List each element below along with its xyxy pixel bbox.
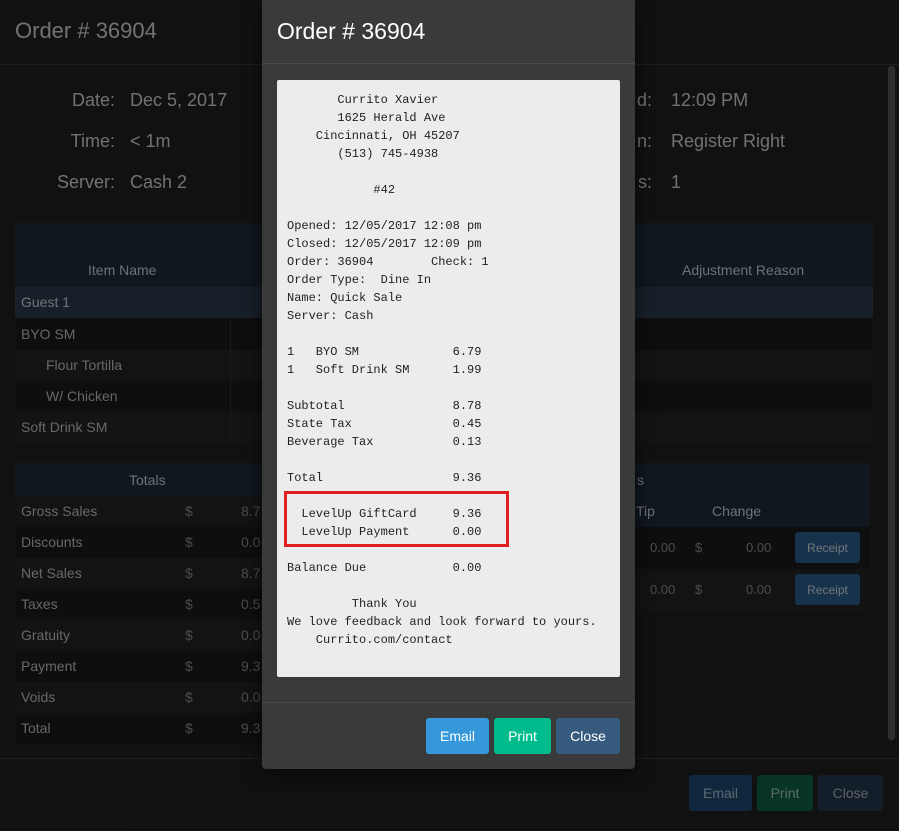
modal-title: Order # 36904 (277, 18, 426, 44)
modal-header: Order # 36904 (262, 0, 635, 64)
receipt-preview: Currito Xavier 1625 Herald Ave Cincinnat… (277, 80, 620, 677)
modal-footer: Email Print Close (262, 702, 635, 770)
receipt-modal: Order # 36904 Currito Xavier 1625 Herald… (262, 0, 635, 769)
receipt-text: Currito Xavier 1625 Herald Ave Cincinnat… (287, 93, 597, 647)
payment-highlight-box (284, 491, 509, 547)
modal-close-button[interactable]: Close (556, 718, 620, 754)
modal-email-button[interactable]: Email (426, 718, 489, 754)
modal-print-button[interactable]: Print (494, 718, 551, 754)
